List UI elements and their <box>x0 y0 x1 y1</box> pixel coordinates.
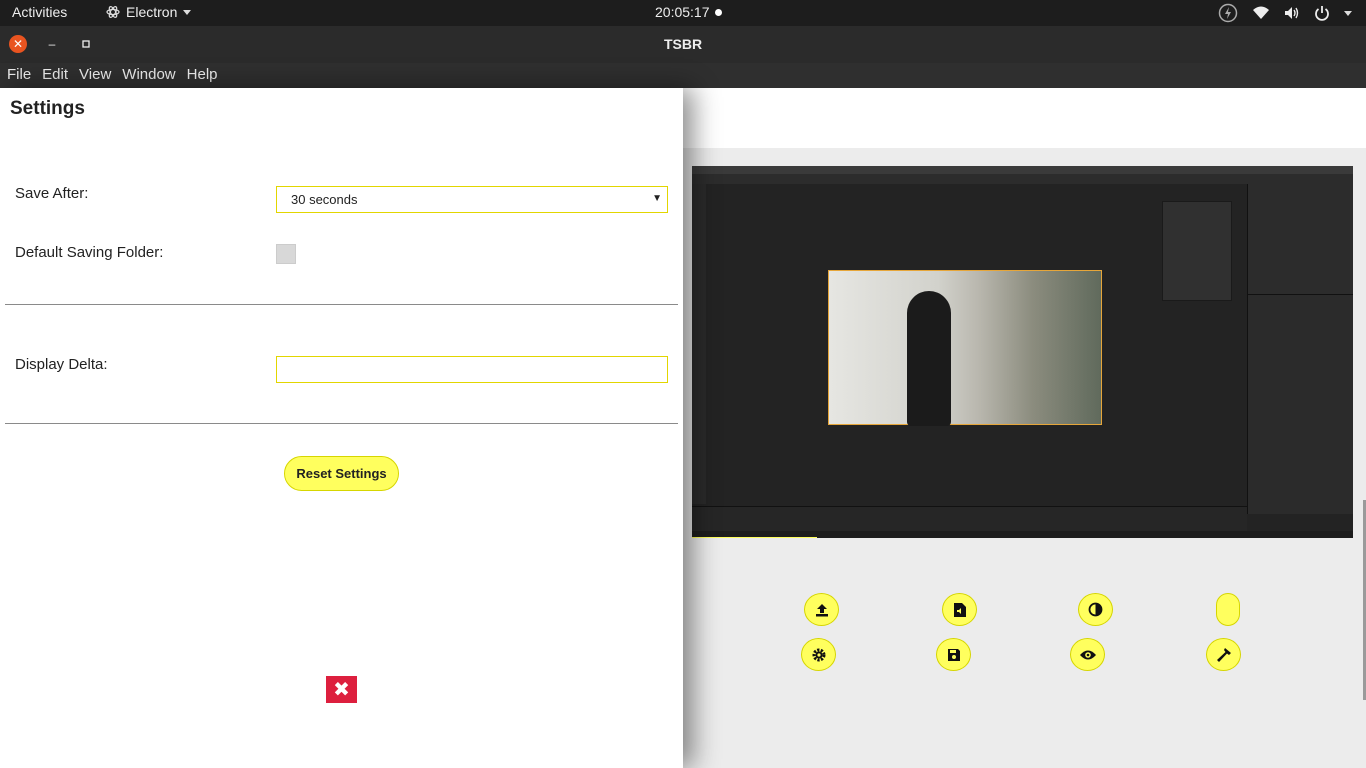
preview-timeline <box>692 506 1247 531</box>
activities-button[interactable]: Activities <box>12 4 67 20</box>
close-settings-button[interactable]: ✖ <box>326 676 357 703</box>
main-area <box>683 88 1366 768</box>
menu-file[interactable]: File <box>2 63 36 88</box>
preview-app-header <box>692 166 1353 174</box>
build-button[interactable] <box>1206 638 1241 671</box>
save-after-value: 30 seconds <box>291 192 358 207</box>
clock-time: 20:05:17 <box>655 4 710 20</box>
power-icon[interactable] <box>1314 5 1330 21</box>
audio-file-button[interactable] <box>942 593 977 626</box>
preview-tool-column <box>692 184 706 504</box>
menu-help[interactable]: Help <box>182 63 223 88</box>
menu-window[interactable]: Window <box>117 63 180 88</box>
divider <box>5 304 678 305</box>
dropdown-caret-icon: ▼ <box>652 193 662 204</box>
screenshot-preview[interactable] <box>692 166 1353 538</box>
system-tray[interactable] <box>1218 3 1352 23</box>
contrast-button[interactable] <box>1078 593 1113 626</box>
settings-heading: Settings <box>10 98 85 119</box>
clock[interactable]: 20:05:17 <box>655 4 722 20</box>
settings-panel: Settings Save After: 30 seconds ▼ Defaul… <box>0 88 683 768</box>
app-menu-label: Electron <box>126 4 178 20</box>
divider <box>5 423 678 424</box>
window-title-bar: ✕ – TSBR <box>0 26 1366 63</box>
notification-dot-icon <box>714 8 722 16</box>
save-button[interactable] <box>936 638 971 671</box>
save-after-select[interactable]: 30 seconds ▼ <box>276 186 668 213</box>
preview-outliner <box>1247 184 1353 294</box>
upload-icon <box>815 603 828 616</box>
header-band <box>683 88 1366 148</box>
wifi-icon[interactable] <box>1252 6 1270 20</box>
menu-bar: File Edit View Window Help <box>0 63 1366 88</box>
eye-icon <box>1079 650 1096 659</box>
contrast-icon <box>1088 602 1103 617</box>
volume-icon[interactable] <box>1284 6 1300 20</box>
chevron-down-icon[interactable] <box>1344 10 1352 16</box>
preview-progress-bar <box>692 537 817 538</box>
preview-properties <box>1247 294 1353 514</box>
hammer-icon <box>1216 647 1231 662</box>
default-folder-label: Default Saving Folder: <box>15 244 164 261</box>
save-icon <box>947 648 960 661</box>
preview-toolbar <box>692 174 1353 184</box>
default-folder-checkbox[interactable] <box>276 244 296 264</box>
menu-edit[interactable]: Edit <box>37 63 73 88</box>
preview-camera-image <box>828 270 1102 426</box>
display-delta-input[interactable] <box>276 356 668 383</box>
display-delta-label: Display Delta: <box>15 356 108 373</box>
menu-view[interactable]: View <box>74 63 116 88</box>
settings-button[interactable] <box>801 638 836 671</box>
preview-figure <box>907 291 951 426</box>
preview-transform-panel <box>1162 201 1232 301</box>
app-menu[interactable]: Electron <box>106 4 192 20</box>
gear-icon <box>812 648 825 661</box>
blank-pill-button[interactable] <box>1216 593 1240 626</box>
electron-icon <box>106 6 120 18</box>
system-top-bar: Activities Electron 20:05:17 <box>0 0 1366 26</box>
reset-settings-button[interactable]: Reset Settings <box>284 456 399 491</box>
chevron-down-icon <box>183 9 192 15</box>
upload-button[interactable] <box>804 593 839 626</box>
power-saving-icon[interactable] <box>1218 3 1238 23</box>
close-icon: ✖ <box>333 679 350 701</box>
window-title: TSBR <box>663 36 703 52</box>
save-after-label: Save After: <box>15 185 89 202</box>
preview-toggle-button[interactable] <box>1070 638 1105 671</box>
file-audio-icon <box>953 602 966 617</box>
